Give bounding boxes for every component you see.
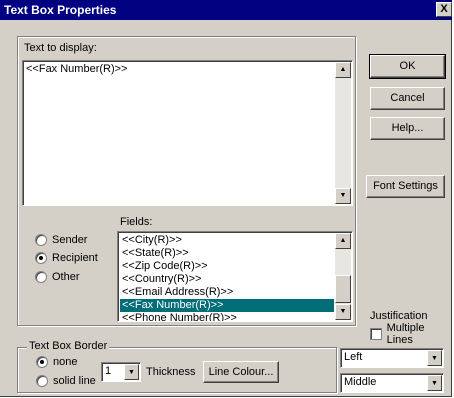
list-item[interactable]: <<Zip Code(R)>>: [120, 260, 334, 273]
vertical-justification-value: Middle: [344, 376, 377, 388]
help-button[interactable]: Help...: [370, 117, 445, 140]
fields-list: <<City(R)>> <<State(R)>> <<Zip Code(R)>>…: [120, 234, 334, 321]
line-colour-button[interactable]: Line Colour...: [203, 361, 279, 383]
border-none-radio[interactable]: none: [36, 355, 77, 369]
scroll-up-button[interactable]: ▲: [335, 233, 351, 249]
multiple-lines-label: Multiple Lines: [386, 322, 425, 346]
cancel-button[interactable]: Cancel: [370, 87, 445, 110]
border-none-label: none: [53, 356, 78, 368]
multiple-lines-checkbox[interactable]: Multiple Lines: [370, 322, 451, 346]
other-radio-circle: [35, 271, 47, 283]
horizontal-justification-value: Left: [344, 351, 363, 363]
list-item[interactable]: <<Country(R)>>: [120, 273, 334, 286]
border-solid-radio[interactable]: solid line: [36, 374, 96, 388]
down-arrow-icon: ▼: [339, 192, 347, 199]
text-to-display-label: Text to display:: [24, 42, 97, 54]
scroll-thumb[interactable]: [335, 275, 351, 303]
other-radio[interactable]: Other: [35, 270, 80, 284]
list-item[interactable]: <<State(R)>>: [120, 247, 334, 260]
list-item[interactable]: <<City(R)>>: [120, 234, 334, 247]
down-arrow-icon: ▼: [339, 308, 347, 315]
chevron-down-icon[interactable]: ▼: [427, 375, 442, 391]
list-item[interactable]: <<Email Address(R)>>: [120, 286, 334, 299]
recipient-radio[interactable]: Recipient: [35, 251, 98, 265]
fields-scrollbar[interactable]: ▲ ▼: [335, 233, 351, 320]
other-radio-label: Other: [52, 271, 80, 283]
up-arrow-icon: ▲: [339, 237, 347, 244]
sender-radio[interactable]: Sender: [35, 233, 87, 247]
text-to-display-value: <<Fax Number(R)>>: [26, 63, 128, 75]
recipient-radio-label: Recipient: [52, 252, 98, 264]
fields-label: Fields:: [120, 216, 153, 228]
thickness-value: 1: [105, 365, 112, 377]
scroll-up-button[interactable]: ▲: [335, 62, 351, 78]
font-settings-button[interactable]: Font Settings: [366, 175, 445, 198]
ok-button[interactable]: OK: [369, 54, 446, 79]
textarea-scrollbar[interactable]: ▲ ▼: [335, 62, 351, 204]
chevron-down-icon[interactable]: ▼: [124, 364, 139, 380]
list-item-selected[interactable]: <<Fax Number(R)>>: [120, 299, 334, 312]
border-solid-label: solid line: [53, 375, 96, 387]
window-title: Text Box Properties: [4, 3, 117, 17]
text-box-border-label: Text Box Border: [27, 340, 110, 352]
up-arrow-icon: ▲: [339, 66, 347, 73]
thickness-select[interactable]: 1 ▼: [101, 362, 141, 382]
thickness-label: Thickness: [146, 366, 196, 378]
justification-label: Justification: [370, 310, 428, 322]
list-item[interactable]: <<Phone Number(R)>>: [120, 312, 334, 321]
border-solid-radio-circle: [36, 375, 48, 387]
close-button[interactable]: X: [436, 2, 452, 17]
recipient-radio-circle: [35, 252, 47, 264]
scroll-down-button[interactable]: ▼: [335, 188, 351, 204]
vertical-justification-select[interactable]: Middle ▼: [340, 373, 444, 393]
border-none-radio-circle: [36, 356, 48, 368]
sender-radio-circle: [35, 234, 47, 246]
fields-listbox[interactable]: <<City(R)>> <<State(R)>> <<Zip Code(R)>>…: [117, 231, 353, 322]
horizontal-justification-select[interactable]: Left ▼: [340, 348, 444, 368]
text-to-display-textarea[interactable]: <<Fax Number(R)>> ▲ ▼: [22, 60, 353, 206]
sender-radio-label: Sender: [52, 234, 88, 246]
text-box-properties-dialog: Text Box Properties X Text to display: <…: [0, 0, 452, 397]
title-bar: Text Box Properties X: [0, 0, 452, 20]
scroll-down-button[interactable]: ▼: [335, 304, 351, 320]
chevron-down-icon[interactable]: ▼: [427, 350, 442, 366]
close-icon: X: [440, 3, 448, 15]
multiple-lines-check-box: [370, 328, 382, 340]
